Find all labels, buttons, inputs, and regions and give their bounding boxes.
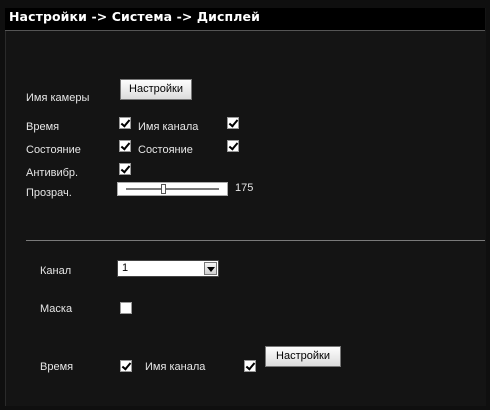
channel-name2-label: Имя канала [145,361,206,373]
time-checkbox[interactable] [119,117,131,129]
chevron-down-icon[interactable] [204,262,217,275]
status2-checkbox[interactable] [227,140,239,152]
antishake-checkbox[interactable] [119,163,131,175]
channel-time-checkbox[interactable] [120,360,132,372]
channel-select-value: 1 [122,262,129,274]
channel-time-label: Время [40,361,74,373]
channel-name-checkbox[interactable] [227,117,239,129]
transparency-slider[interactable] [117,182,228,196]
settings-panel [5,8,486,406]
page-title: Настройки -> Система -> Дисплей [9,9,260,24]
status-label: Состояние [26,144,81,156]
antishake-label: Антивибр. [26,167,79,179]
time-label: Время [26,121,60,133]
channel-settings-button[interactable]: Настройки [265,346,341,367]
status-checkbox[interactable] [119,140,131,152]
status2-label: Состояние [138,144,193,156]
slider-thumb[interactable] [161,184,167,194]
transparency-value: 175 [235,182,254,194]
section-divider [26,240,485,241]
transparency-label: Прозрач. [26,187,72,199]
channel-name-label: Имя канала [138,121,199,133]
channel-label: Канал [40,265,72,277]
mask-checkbox[interactable] [120,302,132,314]
channel-name2-checkbox[interactable] [244,360,256,372]
mask-label: Маска [40,303,73,315]
slider-track [126,188,219,190]
camera-settings-button[interactable]: Настройки [120,79,192,100]
camera-name-label: Имя камеры [26,92,90,104]
channel-select[interactable]: 1 [117,260,219,277]
